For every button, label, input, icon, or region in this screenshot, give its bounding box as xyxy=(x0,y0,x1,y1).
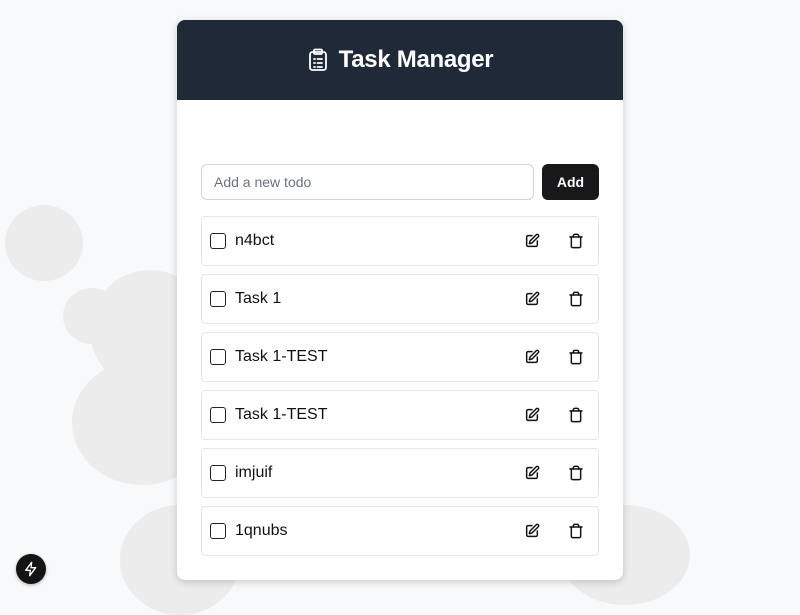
card-header: Task Manager xyxy=(177,20,623,100)
todo-list: n4bct Task 1 Task 1-TEST Task 1-TEST imj… xyxy=(201,216,599,564)
trash-icon[interactable] xyxy=(562,517,590,545)
todo-item: Task 1-TEST xyxy=(201,332,599,382)
edit-icon[interactable] xyxy=(518,401,546,429)
todo-checkbox[interactable] xyxy=(210,349,226,365)
trash-icon[interactable] xyxy=(562,459,590,487)
todo-text: 1qnubs xyxy=(235,522,288,539)
edit-icon[interactable] xyxy=(518,285,546,313)
add-button[interactable]: Add xyxy=(542,164,599,200)
trash-icon[interactable] xyxy=(562,227,590,255)
todo-item: Task 1-TEST xyxy=(201,390,599,440)
todo-checkbox[interactable] xyxy=(210,407,226,423)
todo-text: Task 1 xyxy=(235,290,282,307)
todo-text: n4bct xyxy=(235,232,275,249)
todo-item: 1qnubs xyxy=(201,506,599,556)
todo-checkbox[interactable] xyxy=(210,523,226,539)
todo-checkbox[interactable] xyxy=(210,233,226,249)
todo-item: n4bct xyxy=(201,216,599,266)
edit-icon[interactable] xyxy=(518,227,546,255)
background-blob xyxy=(5,205,83,281)
page-title: Task Manager xyxy=(338,46,494,73)
edit-icon[interactable] xyxy=(518,343,546,371)
trash-icon[interactable] xyxy=(562,343,590,371)
todo-checkbox[interactable] xyxy=(210,291,226,307)
trash-icon[interactable] xyxy=(562,401,590,429)
trash-icon[interactable] xyxy=(562,285,590,313)
todo-item: Task 1 xyxy=(201,274,599,324)
clipboard-icon xyxy=(307,48,329,72)
task-manager-card: Task Manager Add n4bct Task 1 xyxy=(177,20,623,580)
todo-item: imjuif xyxy=(201,448,599,498)
new-todo-input[interactable] xyxy=(201,164,534,200)
lightning-icon[interactable] xyxy=(16,554,46,584)
todo-checkbox[interactable] xyxy=(210,465,226,481)
todo-text: Task 1-TEST xyxy=(235,348,328,365)
add-todo-form: Add xyxy=(201,164,599,200)
todo-text: imjuif xyxy=(235,464,273,481)
edit-icon[interactable] xyxy=(518,459,546,487)
edit-icon[interactable] xyxy=(518,517,546,545)
todo-text: Task 1-TEST xyxy=(235,406,328,423)
